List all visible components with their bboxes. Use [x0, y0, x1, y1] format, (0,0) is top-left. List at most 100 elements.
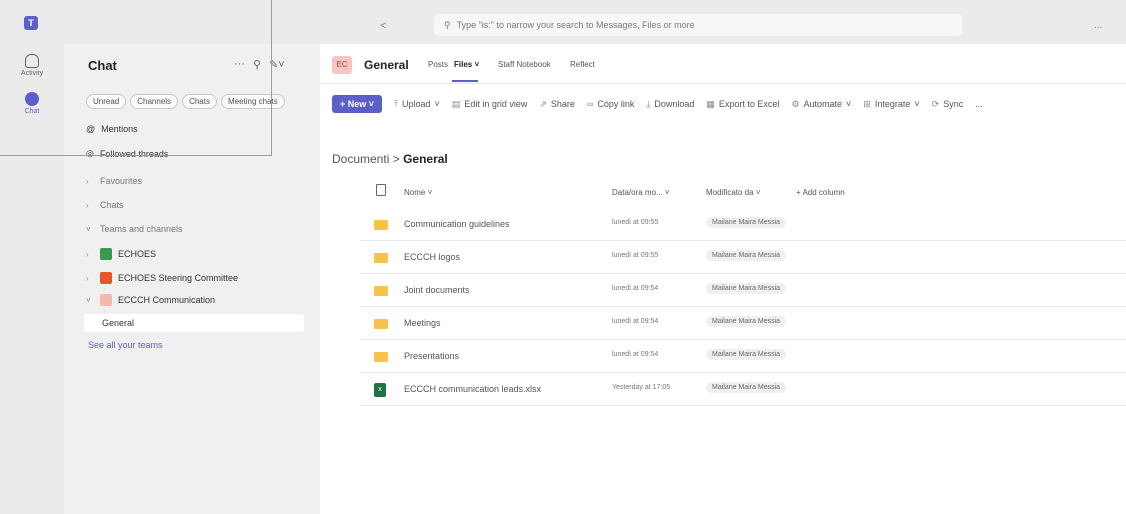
- tab-files[interactable]: Files ˅: [454, 60, 479, 69]
- file-date: lunedì at 09:54: [612, 351, 659, 358]
- file-modified-by[interactable]: Mailane Maira Messia: [706, 316, 787, 327]
- breadcrumb: Documenti > General: [332, 152, 448, 166]
- file-date: Yesterday at 17:05: [612, 384, 671, 391]
- tab-staff-notebook[interactable]: Staff Notebook: [498, 60, 551, 69]
- grid-icon: ▤: [451, 98, 461, 109]
- title-bar: T < ⚲ Type "is:" to narrow your search t…: [0, 0, 1126, 44]
- integrate-button[interactable]: ⊞ Integrate ˅: [863, 99, 919, 110]
- table-row[interactable]: Communication guidelines lunedì at 09:55…: [360, 208, 1126, 241]
- command-bar: + New ˅ ⤒ Upload ˅ ▤ Edit in grid view ⇗ Sh…: [320, 92, 1126, 116]
- file-date: lunedì at 09:54: [612, 318, 659, 325]
- channel-name: General: [364, 58, 409, 72]
- compose-icon[interactable]: ✎˅: [269, 58, 285, 71]
- file-name[interactable]: Presentations: [404, 351, 459, 361]
- add-column-button[interactable]: + Add column: [796, 188, 845, 197]
- copy-link-button[interactable]: ∞ Copy link: [587, 99, 634, 109]
- edit-grid-button[interactable]: ▤ Edit in grid view: [452, 99, 528, 110]
- folder-icon: [374, 286, 388, 296]
- column-header-modified[interactable]: Data/ora mo... ˅: [612, 188, 670, 197]
- team-eccch-communication[interactable]: ˅ ECCCH Communication: [86, 294, 215, 306]
- file-modified-by[interactable]: Mailane Maira Messia: [706, 250, 787, 261]
- table-row[interactable]: Presentations lunedì at 09:54 Mailane Ma…: [360, 340, 1126, 373]
- favourites-label: Favourites: [100, 176, 143, 186]
- file-modified-by[interactable]: Mailane Maira Messia: [706, 382, 787, 393]
- tab-posts[interactable]: Posts: [428, 60, 448, 69]
- file-name[interactable]: ECCCH logos: [404, 252, 460, 262]
- file-modified-by[interactable]: Mailane Maira Messia: [706, 217, 787, 228]
- file-modified-by[interactable]: Mailane Maira Messia: [706, 283, 787, 294]
- share-label: Share: [550, 99, 575, 109]
- chat-toolbar: ··· ⚲ ✎˅: [234, 58, 285, 71]
- integrate-icon: ⊞: [863, 98, 871, 109]
- filter-chats[interactable]: Chats: [182, 94, 217, 109]
- export-excel-button[interactable]: ▦ Export to Excel: [706, 99, 779, 110]
- sync-icon: ⟳: [931, 98, 940, 109]
- chevron-right-icon: ›: [86, 200, 89, 210]
- at-icon: @: [86, 124, 96, 134]
- search-input[interactable]: ⚲ Type "is:" to narrow your search to Me…: [434, 14, 962, 36]
- more-commands-button[interactable]: ...: [975, 99, 983, 109]
- excel-icon: ▦: [706, 98, 715, 109]
- team-avatar: [100, 248, 112, 260]
- rail-item-activity[interactable]: Activity: [0, 54, 64, 77]
- column-header-modified-by[interactable]: Modificato da ˅: [706, 188, 761, 197]
- file-name[interactable]: ECCCH communication leads.xlsx: [404, 384, 541, 394]
- main-content: EC General Posts Files ˅ Staff Notebook …: [320, 44, 1126, 514]
- upload-button[interactable]: ⤒ Upload ˅: [394, 99, 440, 110]
- download-button[interactable]: ⤓ Download: [646, 99, 694, 110]
- channel-general[interactable]: General: [84, 314, 304, 332]
- chats-label: Chats: [100, 200, 124, 210]
- breadcrumb-separator: >: [392, 152, 400, 166]
- tab-reflect[interactable]: Reflect: [570, 60, 595, 69]
- automate-icon: ⚙: [791, 98, 800, 109]
- chevron-right-icon: ›: [86, 273, 89, 283]
- col-modified-label: Data/ora mo...: [612, 188, 663, 197]
- filter-channels[interactable]: Channels: [130, 94, 179, 109]
- file-name[interactable]: Meetings: [404, 318, 441, 328]
- folder-icon: [374, 352, 388, 362]
- team-name: ECHOES: [118, 249, 157, 259]
- col-name-label: Nome: [404, 188, 426, 197]
- filter-unread[interactable]: Unread: [86, 94, 127, 109]
- back-button[interactable]: <: [380, 20, 386, 32]
- folder-icon: [374, 220, 388, 230]
- ellipsis-icon[interactable]: ···: [234, 58, 245, 71]
- team-echoes[interactable]: › ECHOES: [86, 248, 156, 260]
- teams-section[interactable]: ˅ Teams and channels: [86, 224, 183, 234]
- chat-title: Chat: [88, 58, 117, 73]
- table-row[interactable]: Meetings lunedì at 09:54 Mailane Maira M…: [360, 307, 1126, 340]
- favourites-section[interactable]: › Favourites: [86, 176, 142, 186]
- table-row[interactable]: x ECCCH communication leads.xlsx Yesterd…: [360, 373, 1126, 406]
- share-button[interactable]: ⇗ Share: [539, 99, 575, 110]
- table-row[interactable]: ECCCH logos lunedì at 09:55 Mailane Mair…: [360, 241, 1126, 274]
- chevron-right-icon: ›: [86, 249, 89, 259]
- search-icon[interactable]: ⚲: [253, 58, 261, 71]
- chevron-down-icon: ˅: [86, 224, 91, 234]
- teams-logo-icon[interactable]: T: [24, 16, 38, 30]
- file-name[interactable]: Joint documents: [404, 285, 470, 295]
- more-options-button[interactable]: ...: [1094, 20, 1102, 31]
- team-name: ECCCH Communication: [118, 295, 216, 305]
- column-header-name[interactable]: Nome ˅: [404, 188, 432, 197]
- followed-threads-item[interactable]: ◎ Followed threads: [86, 148, 168, 159]
- file-modified-by[interactable]: Mailane Maira Messia: [706, 349, 787, 360]
- breadcrumb-root[interactable]: Documenti: [332, 152, 389, 166]
- rail-label-chat: Chat: [24, 108, 40, 115]
- new-button[interactable]: + New ˅: [332, 95, 383, 113]
- sync-button[interactable]: ⟳ Sync: [932, 99, 964, 110]
- table-row[interactable]: Joint documents lunedì at 09:54 Mailane …: [360, 274, 1126, 307]
- rail-item-chat[interactable]: Chat: [0, 92, 64, 115]
- mentions-item[interactable]: @ Mentions: [86, 124, 138, 134]
- automate-button[interactable]: ⚙ Automate ˅: [791, 99, 851, 110]
- see-all-teams-link[interactable]: See all your teams: [88, 340, 163, 350]
- chats-section[interactable]: › Chats: [86, 200, 124, 210]
- team-echoes-steering[interactable]: › ECHOES Steering Committee: [86, 272, 238, 284]
- file-name[interactable]: Communication guidelines: [404, 219, 510, 229]
- teams-window: T < ⚲ Type "is:" to narrow your search t…: [0, 0, 1126, 514]
- excel-file-icon: x: [374, 383, 386, 397]
- file-type-column-icon: [376, 184, 386, 196]
- filter-meeting-chats[interactable]: Meeting chats: [220, 94, 285, 109]
- app-rail: Activity Chat: [0, 44, 64, 514]
- breadcrumb-current: General: [403, 152, 448, 166]
- channel-avatar: EC: [332, 56, 352, 74]
